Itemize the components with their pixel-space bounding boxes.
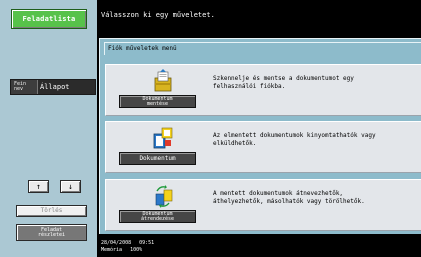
option-use-document: Dokumentum Az elmentett dokumentumok kin… (105, 121, 421, 173)
arrow-up-icon: ↑ (36, 181, 41, 191)
instruction-message: Válasszon ki egy műveletet. (101, 11, 215, 19)
arrow-down-icon: ↓ (68, 181, 73, 191)
use-document-button[interactable]: Dokumentum (119, 152, 196, 165)
organize-document-description: A mentett dokumentumok átnevezhetők, áth… (213, 190, 365, 205)
memory-label: Memória (101, 247, 123, 253)
memory-value: 100% (130, 247, 143, 253)
job-name-label: Fein nev (14, 81, 27, 92)
scroll-down-button[interactable]: ↓ (60, 180, 81, 193)
job-details-button[interactable]: Feladat részletei (16, 224, 87, 241)
option-organize-document: Dokumentum átrendezése A mentett dokumen… (105, 179, 421, 231)
panel-title: Fiók műveletek menü (104, 42, 421, 55)
document-arrange-icon (155, 185, 173, 208)
use-document-description: Az elmentett dokumentumok kinyomtathatók… (213, 132, 376, 147)
date-display: 28/04/2008 (101, 240, 132, 246)
job-list-header: Fein nev Állapot (10, 79, 96, 95)
folder-save-icon (154, 69, 172, 92)
save-document-description: Szkennelje és mentse a dokumentumot egy … (213, 75, 354, 90)
document-print-icon (153, 127, 173, 149)
box-operations-panel: Fiók műveletek menü Dokumentum mentése S… (99, 38, 421, 234)
status-footer: 28/04/2008 09:51 Memória 100% (101, 240, 154, 254)
status-tab[interactable]: Állapot (37, 80, 95, 94)
main-area: Válasszon ki egy műveletet. Fiók művelet… (97, 0, 421, 257)
save-document-button[interactable]: Dokumentum mentése (119, 95, 196, 108)
scroll-up-button[interactable]: ↑ (28, 180, 49, 193)
organize-document-button[interactable]: Dokumentum átrendezése (119, 210, 196, 223)
option-save-document: Dokumentum mentése Szkennelje és mentse … (105, 64, 421, 116)
task-list-button[interactable]: Feladatlista (11, 9, 87, 29)
left-sidebar: Feladatlista Fein nev Állapot ↑ ↓ Törlés… (0, 0, 97, 257)
delete-button[interactable]: Törlés (16, 205, 87, 217)
time-display: 09:51 (139, 240, 155, 246)
